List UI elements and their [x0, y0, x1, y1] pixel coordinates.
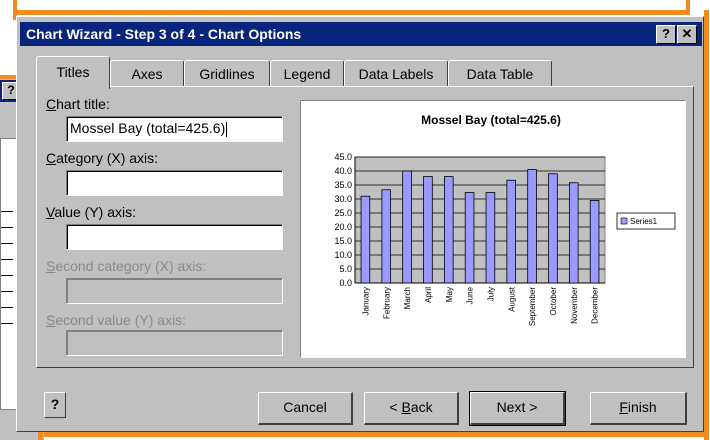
- chart-title-input[interactable]: Mossel Bay (total=425.6): [66, 116, 283, 142]
- tab-data-table[interactable]: Data Table: [448, 60, 552, 87]
- y-tick-label: 30.0: [334, 194, 352, 204]
- y-tick-label: 5.0: [339, 264, 352, 274]
- tab-gridlines[interactable]: Gridlines: [184, 60, 270, 87]
- y-tick-label: 10.0: [334, 250, 352, 260]
- chart-bar: [402, 170, 412, 284]
- y-tick-label: 35.0: [334, 180, 352, 190]
- frame-line-top-h: [13, 10, 690, 15]
- x-tick-label: November: [570, 287, 579, 324]
- chart-bar: [423, 176, 433, 284]
- tab-titles[interactable]: Titles: [36, 56, 110, 89]
- chart-legend: Series1: [616, 212, 676, 230]
- back-button[interactable]: < Back: [364, 392, 459, 425]
- help-title-button[interactable]: ?: [656, 25, 676, 44]
- x-tick-label: December: [591, 287, 600, 324]
- tab-axes[interactable]: Axes: [110, 60, 184, 87]
- second-value-axis-label: Second value (Y) axis:: [46, 312, 187, 328]
- y-tick-label: 0.0: [339, 278, 352, 288]
- tab-label: Axes: [131, 66, 163, 82]
- x-tick-label: July: [486, 287, 495, 301]
- y-tick-label: 40.0: [334, 166, 352, 176]
- tab-label: Gridlines: [199, 66, 255, 82]
- category-axis-label: Category (X) axis:: [46, 150, 159, 166]
- second-category-axis-label: Second category (X) axis:: [46, 258, 207, 274]
- legend-label: Series1: [630, 217, 658, 226]
- category-axis-input[interactable]: [66, 170, 283, 196]
- dialog-title: Chart Wizard - Step 3 of 4 - Chart Optio…: [26, 26, 302, 42]
- frame-line-bottom: [38, 432, 709, 437]
- chart-bar: [443, 176, 454, 284]
- plot-background: [354, 156, 606, 284]
- x-tick-label: April: [424, 287, 433, 303]
- x-tick-label: June: [466, 286, 475, 304]
- chart-bar: [568, 182, 579, 284]
- y-tick-label: 15.0: [334, 236, 352, 246]
- help-icon[interactable]: ?: [44, 392, 66, 418]
- chart-bar: [527, 169, 537, 284]
- chart-bar: [548, 173, 558, 284]
- y-tick-label: 20.0: [334, 222, 352, 232]
- chart-bar: [381, 189, 392, 284]
- tab-legend[interactable]: Legend: [270, 60, 344, 87]
- x-tick-label: March: [403, 287, 412, 309]
- close-icon[interactable]: ✕: [677, 25, 697, 44]
- x-tick-label: September: [528, 287, 537, 326]
- next-button[interactable]: Next >: [469, 391, 566, 426]
- chart-bar: [589, 200, 600, 284]
- tab-data-labels[interactable]: Data Labels: [344, 60, 448, 87]
- second-category-axis-input: [66, 278, 283, 304]
- y-tick-label: 45.0: [334, 152, 352, 162]
- cancel-button[interactable]: Cancel: [258, 392, 353, 425]
- x-tick-label: May: [445, 287, 454, 302]
- chart-bar: [485, 192, 496, 284]
- second-value-axis-input: [66, 330, 283, 356]
- chart-bar: [464, 192, 475, 284]
- legend-swatch: [620, 217, 628, 225]
- x-tick-label: August: [507, 286, 516, 312]
- value-axis-input[interactable]: [66, 224, 283, 250]
- chart-svg: Mossel Bay (total=425.6) 45.0 40.0 35.0 30.…: [334, 113, 676, 326]
- chart-preview: Mossel Bay (total=425.6) 45.0 40.0 35.0 30.…: [300, 100, 686, 358]
- dialog-titlebar: Chart Wizard - Step 3 of 4 - Chart Optio…: [20, 22, 702, 46]
- x-tick-label: February: [382, 287, 391, 319]
- chart-bar: [360, 195, 371, 284]
- frame-line-right: [704, 10, 709, 440]
- chart-title: Mossel Bay (total=425.6): [421, 113, 561, 127]
- chart-title-value: Mossel Bay (total=425.6): [70, 120, 226, 136]
- chart-title-label: Chart title:: [46, 96, 110, 112]
- tab-label: Data Labels: [358, 66, 434, 82]
- tab-label: Data Table: [466, 66, 534, 82]
- finish-button[interactable]: Finish: [590, 392, 687, 425]
- x-tick-label: October: [549, 287, 558, 316]
- y-tick-label: 25.0: [334, 208, 352, 218]
- tab-label: Legend: [283, 66, 331, 82]
- x-tick-label: January: [361, 287, 370, 315]
- tab-label: Titles: [56, 64, 90, 80]
- value-axis-label: Value (Y) axis:: [46, 204, 137, 220]
- chart-plot-area: 45.0 40.0 35.0 30.0 25.0 20.0 15.0 10.0 5.0 0.0 Ja…: [334, 152, 606, 326]
- chart-bar: [506, 179, 517, 284]
